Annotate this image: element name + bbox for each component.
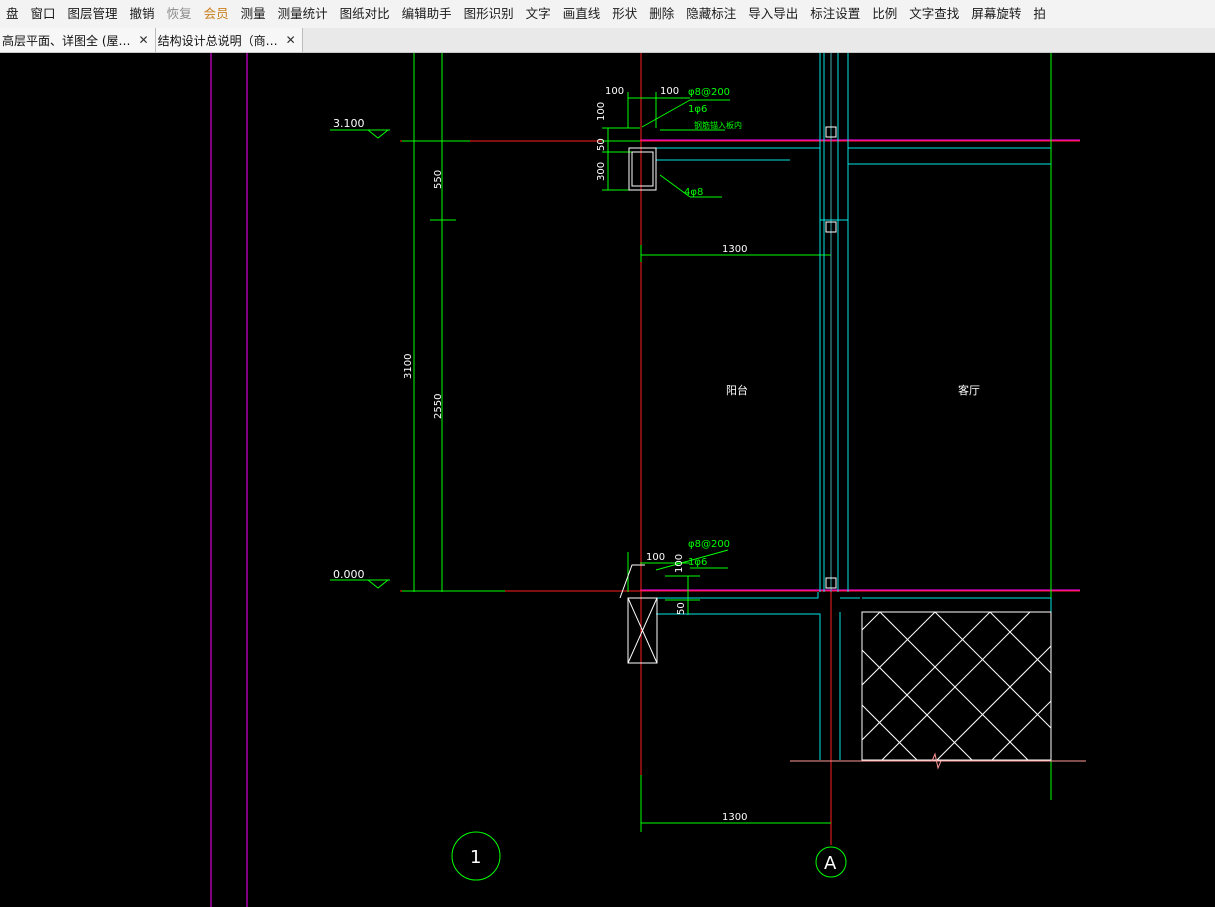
- toolbar-item[interactable]: 撤销: [124, 0, 161, 28]
- dim-text: 300: [596, 162, 607, 181]
- dim-text: 1300: [722, 812, 747, 823]
- rebar-label: 1φ6: [688, 104, 707, 115]
- rebar-note: 钢筋锚入板内: [694, 120, 742, 130]
- toolbar-item[interactable]: 形状: [606, 0, 643, 28]
- drawing-canvas[interactable]: 3.100 0.000 100 100 100 50 300 550 3100 …: [0, 53, 1215, 907]
- toolbar-item[interactable]: 图形识别: [458, 0, 520, 28]
- toolbar-item[interactable]: 屏幕旋转: [965, 0, 1027, 28]
- toolbar-item[interactable]: 标注设置: [804, 0, 866, 28]
- dim-text: 50: [676, 602, 687, 615]
- tab-highrise-plan[interactable]: 高层平面、详图全 (屋… ✕: [0, 28, 156, 52]
- toolbar-item[interactable]: 恢复: [161, 0, 198, 28]
- tab-label: 结构设计总说明（商…: [157, 33, 278, 48]
- axis-label-1: 1: [470, 847, 481, 868]
- toolbar-item[interactable]: 测量: [235, 0, 272, 28]
- dim-text: 100: [660, 86, 679, 97]
- dim-text: 2550: [433, 394, 444, 419]
- toolbar-item[interactable]: 文字查找: [903, 0, 965, 28]
- toolbar-item[interactable]: 拍: [1027, 0, 1052, 28]
- axis-label-a: A: [824, 853, 837, 874]
- level-3100-label: 3.100: [333, 117, 365, 130]
- dim-text: 1300: [722, 244, 747, 255]
- toolbar-item[interactable]: 画直线: [557, 0, 607, 28]
- toolbar-item[interactable]: 删除: [643, 0, 680, 28]
- dim-text: 50: [596, 138, 607, 151]
- rebar-label: φ8@200: [688, 87, 730, 98]
- close-icon[interactable]: ✕: [286, 33, 296, 47]
- rebar-label: 1φ6: [688, 557, 707, 568]
- rebar-label: 4φ8: [684, 187, 703, 198]
- room-label-living-room: 客厅: [958, 383, 980, 397]
- dim-text: 100: [674, 554, 685, 573]
- toolbar-item[interactable]: 图纸对比: [334, 0, 396, 28]
- toolbar: 盘窗口 图层管理 撤销 恢复 会员 测量 测量统计 图纸对比 编辑助手 图形识别 文字 画直线 形状 删除…: [0, 0, 1215, 28]
- toolbar-item[interactable]: 图层管理: [62, 0, 124, 28]
- cad-drawing[interactable]: 3.100 0.000 100 100 100 50 300 550 3100 …: [0, 53, 1215, 907]
- toolbar-item[interactable]: 盘: [0, 0, 25, 28]
- tab-label: 高层平面、详图全 (屋…: [2, 33, 131, 48]
- toolbar-item[interactable]: 会员: [198, 0, 235, 28]
- dim-text: 100: [646, 552, 665, 563]
- toolbar-item[interactable]: 文字: [520, 0, 557, 28]
- document-tab-bar: 高层平面、详图全 (屋… ✕ 结构设计总说明（商… ✕: [0, 28, 1215, 53]
- toolbar-item[interactable]: 窗口: [25, 0, 62, 28]
- toolbar-item[interactable]: 导入导出: [742, 0, 804, 28]
- room-label-balcony: 阳台: [726, 383, 748, 397]
- toolbar-item[interactable]: 编辑助手: [396, 0, 458, 28]
- level-0000-label: 0.000: [333, 568, 365, 581]
- tab-structure-notes[interactable]: 结构设计总说明（商… ✕: [155, 28, 303, 52]
- dim-text: 100: [596, 102, 607, 121]
- dim-text: 550: [433, 170, 444, 189]
- dim-text: 3100: [403, 354, 414, 379]
- rebar-label: φ8@200: [688, 539, 730, 550]
- dim-text: 100: [605, 86, 624, 97]
- toolbar-item[interactable]: 测量统计: [272, 0, 334, 28]
- close-icon[interactable]: ✕: [139, 33, 149, 47]
- toolbar-item[interactable]: 比例: [866, 0, 903, 28]
- toolbar-item[interactable]: 隐藏标注: [680, 0, 742, 28]
